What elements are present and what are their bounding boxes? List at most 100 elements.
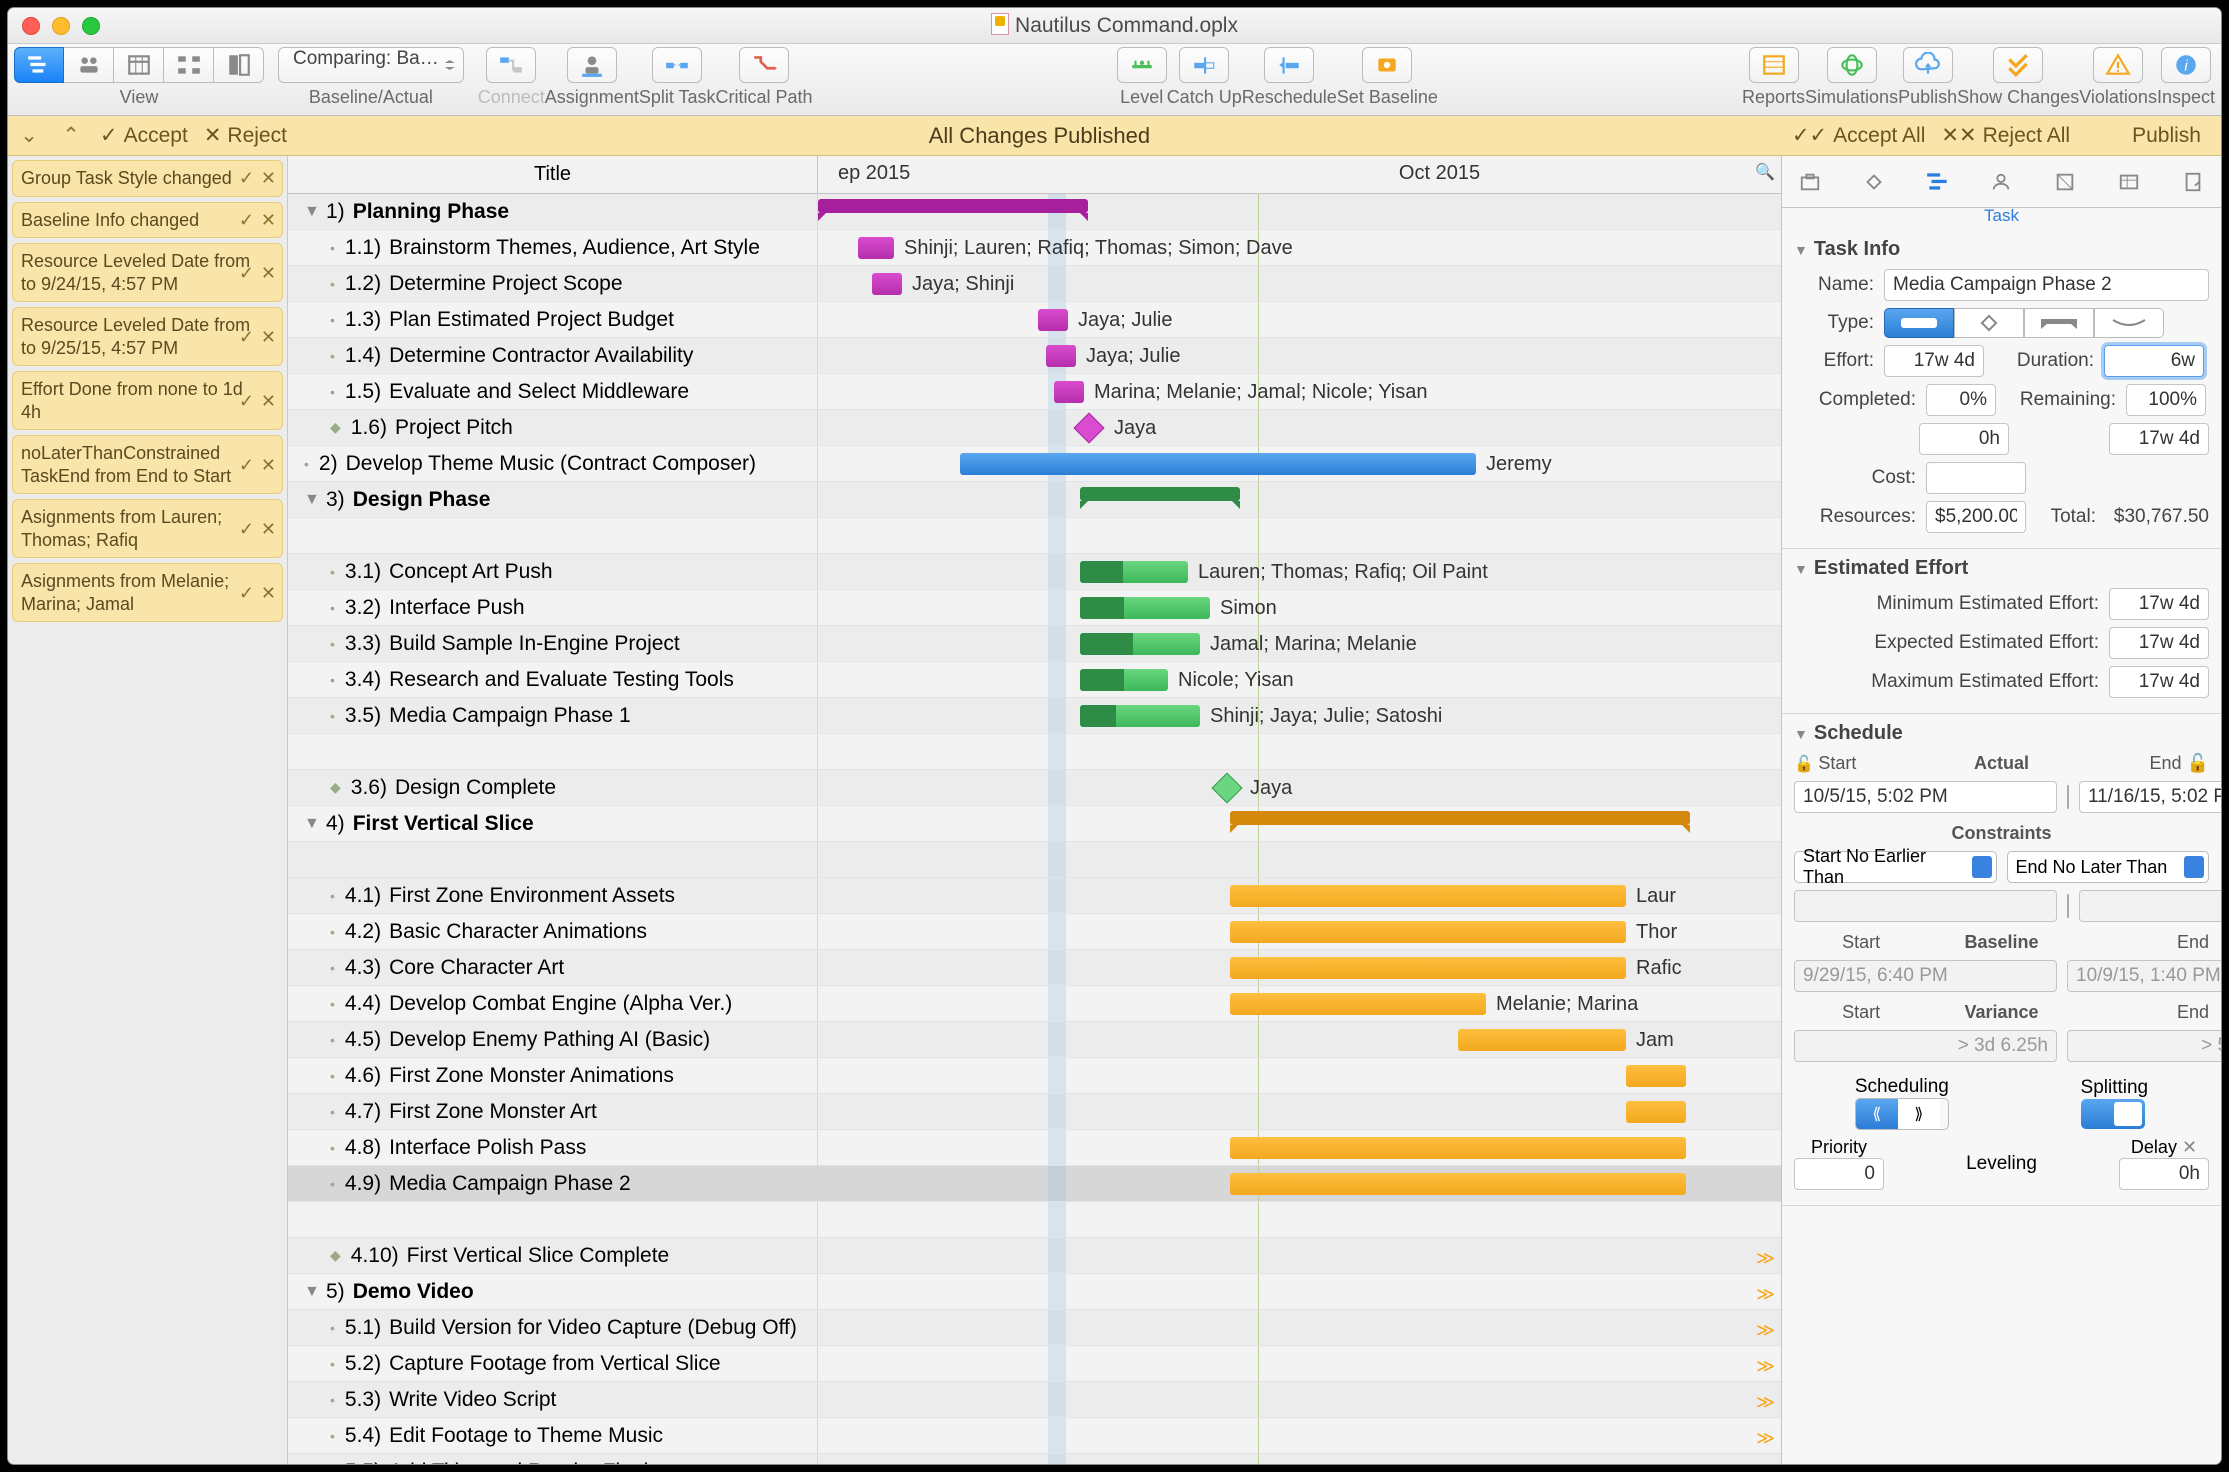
accept-change-icon[interactable]: ✓ <box>239 453 254 476</box>
schedule-backward-button[interactable]: ⟫ <box>1898 1099 1940 1129</box>
accept-change-icon[interactable]: ✓ <box>239 389 254 412</box>
end-constraint-popup[interactable]: End No Later Than <box>2007 851 2210 883</box>
gantt-cell[interactable]: Laur <box>818 878 1781 913</box>
gantt-cell[interactable]: Jam <box>818 1022 1781 1057</box>
change-nav-down-button[interactable]: ⌄ <box>16 123 42 149</box>
inspector-tab-custom[interactable] <box>2109 163 2149 201</box>
min-effort-input[interactable] <box>2109 588 2209 620</box>
type-milestone-button[interactable] <box>1954 308 2024 338</box>
set-baseline-button[interactable] <box>1362 47 1412 83</box>
constraint-start-date[interactable] <box>1794 890 2057 922</box>
task-row[interactable]: •4.1)First Zone Environment AssetsLaur <box>288 878 1781 914</box>
accept-change-button[interactable]: ✓Accept <box>100 123 188 148</box>
constraint-end-date[interactable] <box>2079 890 2221 922</box>
view-style-button[interactable] <box>214 47 264 83</box>
view-gantt-button[interactable] <box>14 47 64 83</box>
gantt-bar[interactable] <box>960 453 1476 475</box>
accept-change-icon[interactable]: ✓ <box>239 261 254 284</box>
task-type-segmented[interactable] <box>1884 308 2164 338</box>
gantt-cell[interactable] <box>818 194 1781 229</box>
task-row[interactable]: ◆4.10)First Vertical Slice Complete≫ <box>288 1238 1781 1274</box>
gantt-bar[interactable] <box>858 237 894 259</box>
inspector-tab-project[interactable] <box>1790 163 1830 201</box>
cost-input[interactable] <box>1926 462 2026 494</box>
reports-button[interactable] <box>1749 47 1799 83</box>
gantt-cell[interactable]: ≫ <box>818 1238 1781 1273</box>
accept-change-icon[interactable]: ✓ <box>239 517 254 540</box>
gantt-cell[interactable] <box>818 1094 1781 1129</box>
task-row[interactable]: •2)Develop Theme Music (Contract Compose… <box>288 446 1781 482</box>
publish-changes-button[interactable]: Publish <box>2132 124 2201 148</box>
reject-change-icon[interactable]: ✕ <box>261 581 276 604</box>
gantt-cell[interactable]: Jaya <box>818 410 1781 445</box>
connect-button[interactable] <box>486 47 536 83</box>
type-hammock-button[interactable] <box>2094 308 2164 338</box>
disclosure-triangle[interactable]: ▼ <box>304 203 322 221</box>
max-effort-input[interactable] <box>2109 666 2209 698</box>
zoom-icon[interactable]: 🔍 <box>1755 162 1775 182</box>
split-task-button[interactable] <box>652 47 702 83</box>
task-row[interactable]: •3.5)Media Campaign Phase 1Shinji; Jaya;… <box>288 698 1781 734</box>
completed-input[interactable] <box>1926 384 1996 416</box>
duration-input[interactable] <box>2104 345 2204 377</box>
inspect-button[interactable]: i <box>2161 47 2211 83</box>
accept-change-icon[interactable]: ✓ <box>239 325 254 348</box>
gantt-bar[interactable] <box>1080 633 1200 655</box>
task-row[interactable]: •4.6)First Zone Monster Animations <box>288 1058 1781 1094</box>
actual-start-input[interactable] <box>1794 781 2057 813</box>
gantt-cell[interactable]: Marina; Melanie; Jamal; Nicole; Yisan <box>818 374 1781 409</box>
view-network-button[interactable] <box>164 47 214 83</box>
gantt-bar[interactable] <box>1230 993 1486 1015</box>
expected-effort-input[interactable] <box>2109 627 2209 659</box>
start-constraint-popup[interactable]: Start No Earlier Than <box>1794 851 1997 883</box>
simulations-button[interactable] <box>1827 47 1877 83</box>
critical-path-button[interactable] <box>739 47 789 83</box>
gantt-bar[interactable] <box>1046 345 1076 367</box>
gantt-bar[interactable] <box>872 273 902 295</box>
resources-cost-input[interactable] <box>1926 501 2026 533</box>
view-resources-button[interactable] <box>64 47 114 83</box>
accept-change-icon[interactable]: ✓ <box>239 209 254 232</box>
change-card[interactable]: Asignments from Lauren; Thomas; Rafiq✓✕ <box>12 499 283 558</box>
task-row[interactable]: •5.4)Edit Footage to Theme Music≫ <box>288 1418 1781 1454</box>
gantt-cell[interactable]: ≫ <box>818 1418 1781 1453</box>
change-card[interactable]: Asignments from Melanie; Marina; Jamal✓✕ <box>12 563 283 622</box>
gantt-cell[interactable]: Lauren; Thomas; Rafiq; Oil Paint <box>818 554 1781 589</box>
reject-change-icon[interactable]: ✕ <box>261 453 276 476</box>
reject-change-icon[interactable]: ✕ <box>261 325 276 348</box>
gantt-bar[interactable] <box>1230 811 1690 825</box>
task-row[interactable]: ▼3)Design Phase <box>288 482 1781 518</box>
gantt-cell[interactable]: Shinji; Lauren; Rafiq; Thomas; Simon; Da… <box>818 230 1781 265</box>
disclosure-triangle[interactable]: ▼ <box>304 491 322 509</box>
gantt-cell[interactable]: Jaya; Julie <box>818 338 1781 373</box>
task-row[interactable]: •1.3)Plan Estimated Project BudgetJaya; … <box>288 302 1781 338</box>
change-card[interactable]: Group Task Style changed✓✕ <box>12 160 283 197</box>
clear-delay-button[interactable]: ✕ <box>2182 1137 2197 1157</box>
actual-end-input[interactable] <box>2079 781 2221 813</box>
baseline-popup[interactable]: Comparing: Ba… <box>278 47 464 83</box>
gantt-bar[interactable] <box>1038 309 1068 331</box>
task-row[interactable]: ▼1)Planning Phase <box>288 194 1781 230</box>
inspector-tab-styles[interactable] <box>2045 163 2085 201</box>
level-button[interactable] <box>1117 47 1167 83</box>
violations-button[interactable] <box>2093 47 2143 83</box>
gantt-cell[interactable]: Shinji; Jaya; Julie; Satoshi <box>818 698 1781 733</box>
type-group-button[interactable] <box>2024 308 2094 338</box>
gantt-bar[interactable] <box>1054 381 1084 403</box>
gantt-bar[interactable] <box>1230 921 1626 943</box>
change-card[interactable]: Resource Leveled Date from to 9/24/15, 4… <box>12 243 283 302</box>
task-row[interactable]: •4.9)Media Campaign Phase 2 <box>288 1166 1781 1202</box>
gantt-cell[interactable]: Nicole; Yisan <box>818 662 1781 697</box>
show-changes-button[interactable] <box>1993 47 2043 83</box>
accept-all-button[interactable]: ✓✓Accept All <box>1792 123 1925 148</box>
scheduling-direction-segmented[interactable]: ⟪⟫ <box>1855 1098 1949 1130</box>
gantt-cell[interactable]: Jaya <box>818 770 1781 805</box>
reject-change-icon[interactable]: ✕ <box>261 209 276 232</box>
remaining-input[interactable] <box>2126 384 2206 416</box>
gantt-cell[interactable]: Rafic <box>818 950 1781 985</box>
task-row[interactable]: •3.2)Interface PushSimon <box>288 590 1781 626</box>
gantt-cell[interactable] <box>818 482 1781 517</box>
gantt-cell[interactable] <box>818 1130 1781 1165</box>
view-calendar-button[interactable] <box>114 47 164 83</box>
task-row[interactable]: •4.2)Basic Character AnimationsThor <box>288 914 1781 950</box>
